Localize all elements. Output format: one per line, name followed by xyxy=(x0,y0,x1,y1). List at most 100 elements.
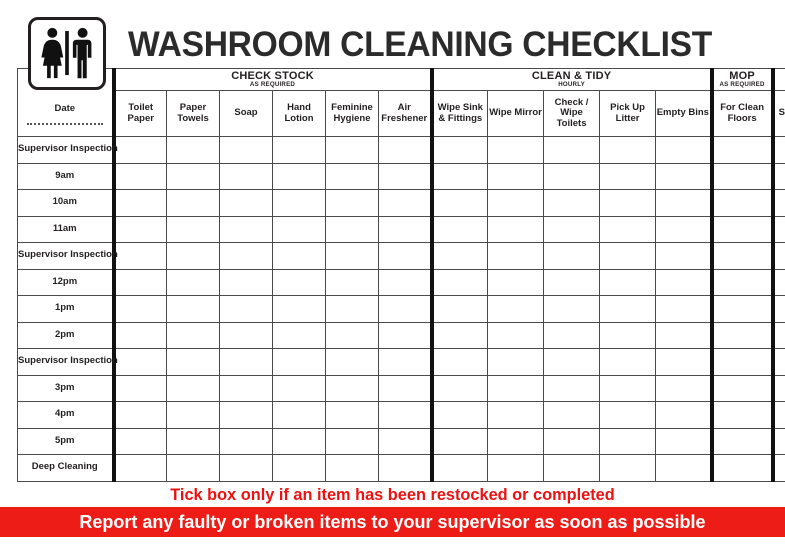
tick-box-cell[interactable] xyxy=(487,348,545,376)
tick-box-cell[interactable] xyxy=(325,268,379,296)
tick-box-cell[interactable] xyxy=(166,401,220,429)
tick-box-cell[interactable] xyxy=(272,454,326,482)
tick-box-cell[interactable] xyxy=(219,162,273,190)
tick-box-cell[interactable] xyxy=(655,136,713,164)
tick-box-cell[interactable] xyxy=(166,215,220,243)
tick-box-cell[interactable] xyxy=(377,295,433,323)
tick-box-cell[interactable] xyxy=(709,136,774,164)
tick-box-cell[interactable] xyxy=(272,348,326,376)
tick-box-cell[interactable] xyxy=(655,321,713,349)
tick-box-cell[interactable] xyxy=(111,427,167,455)
tick-box-cell[interactable] xyxy=(272,189,326,217)
tick-box-cell[interactable] xyxy=(429,136,489,164)
tick-box-cell[interactable] xyxy=(272,374,326,402)
tick-box-cell[interactable] xyxy=(487,242,545,270)
tick-box-cell[interactable] xyxy=(599,215,657,243)
tick-box-cell[interactable] xyxy=(599,348,657,376)
tick-box-cell[interactable] xyxy=(599,136,657,164)
tick-box-cell[interactable] xyxy=(166,189,220,217)
tick-box-cell[interactable] xyxy=(487,268,545,296)
tick-box-cell[interactable] xyxy=(272,295,326,323)
tick-box-cell[interactable] xyxy=(709,268,774,296)
tick-box-cell[interactable] xyxy=(543,242,601,270)
tick-box-cell[interactable] xyxy=(655,374,713,402)
tick-box-cell[interactable] xyxy=(487,454,545,482)
tick-box-cell[interactable] xyxy=(219,427,273,455)
tick-box-cell[interactable] xyxy=(325,242,379,270)
tick-box-cell[interactable] xyxy=(487,427,545,455)
tick-box-cell[interactable] xyxy=(770,268,785,296)
tick-box-cell[interactable] xyxy=(166,136,220,164)
tick-box-cell[interactable] xyxy=(709,401,774,429)
tick-box-cell[interactable] xyxy=(111,321,167,349)
tick-box-cell[interactable] xyxy=(599,454,657,482)
tick-box-cell[interactable] xyxy=(377,268,433,296)
tick-box-cell[interactable] xyxy=(166,348,220,376)
tick-box-cell[interactable] xyxy=(325,348,379,376)
tick-box-cell[interactable] xyxy=(487,321,545,349)
tick-box-cell[interactable] xyxy=(272,215,326,243)
tick-box-cell[interactable] xyxy=(487,215,545,243)
tick-box-cell[interactable] xyxy=(655,215,713,243)
tick-box-cell[interactable] xyxy=(219,136,273,164)
tick-box-cell[interactable] xyxy=(111,401,167,429)
tick-box-cell[interactable] xyxy=(272,162,326,190)
tick-box-cell[interactable] xyxy=(655,189,713,217)
tick-box-cell[interactable] xyxy=(429,295,489,323)
tick-box-cell[interactable] xyxy=(543,427,601,455)
tick-box-cell[interactable] xyxy=(325,295,379,323)
tick-box-cell[interactable] xyxy=(377,374,433,402)
tick-box-cell[interactable] xyxy=(709,454,774,482)
tick-box-cell[interactable] xyxy=(543,136,601,164)
tick-box-cell[interactable] xyxy=(770,189,785,217)
tick-box-cell[interactable] xyxy=(111,162,167,190)
tick-box-cell[interactable] xyxy=(655,401,713,429)
tick-box-cell[interactable] xyxy=(219,215,273,243)
tick-box-cell[interactable] xyxy=(429,162,489,190)
tick-box-cell[interactable] xyxy=(599,242,657,270)
tick-box-cell[interactable] xyxy=(655,268,713,296)
tick-box-cell[interactable] xyxy=(377,162,433,190)
tick-box-cell[interactable] xyxy=(487,374,545,402)
tick-box-cell[interactable] xyxy=(770,162,785,190)
tick-box-cell[interactable] xyxy=(429,242,489,270)
tick-box-cell[interactable] xyxy=(219,295,273,323)
tick-box-cell[interactable] xyxy=(219,242,273,270)
tick-box-cell[interactable] xyxy=(599,401,657,429)
tick-box-cell[interactable] xyxy=(111,215,167,243)
tick-box-cell[interactable] xyxy=(166,321,220,349)
tick-box-cell[interactable] xyxy=(166,162,220,190)
tick-box-cell[interactable] xyxy=(377,189,433,217)
tick-box-cell[interactable] xyxy=(487,401,545,429)
tick-box-cell[interactable] xyxy=(429,348,489,376)
tick-box-cell[interactable] xyxy=(272,321,326,349)
tick-box-cell[interactable] xyxy=(272,136,326,164)
tick-box-cell[interactable] xyxy=(429,268,489,296)
tick-box-cell[interactable] xyxy=(111,374,167,402)
tick-box-cell[interactable] xyxy=(599,321,657,349)
tick-box-cell[interactable] xyxy=(325,427,379,455)
tick-box-cell[interactable] xyxy=(325,215,379,243)
tick-box-cell[interactable] xyxy=(543,374,601,402)
tick-box-cell[interactable] xyxy=(325,401,379,429)
tick-box-cell[interactable] xyxy=(272,427,326,455)
tick-box-cell[interactable] xyxy=(219,454,273,482)
tick-box-cell[interactable] xyxy=(709,215,774,243)
tick-box-cell[interactable] xyxy=(599,295,657,323)
tick-box-cell[interactable] xyxy=(709,189,774,217)
tick-box-cell[interactable] xyxy=(429,454,489,482)
tick-box-cell[interactable] xyxy=(709,321,774,349)
tick-box-cell[interactable] xyxy=(543,321,601,349)
tick-box-cell[interactable] xyxy=(709,242,774,270)
tick-box-cell[interactable] xyxy=(655,427,713,455)
tick-box-cell[interactable] xyxy=(111,242,167,270)
tick-box-cell[interactable] xyxy=(429,321,489,349)
tick-box-cell[interactable] xyxy=(599,189,657,217)
tick-box-cell[interactable] xyxy=(543,268,601,296)
tick-box-cell[interactable] xyxy=(219,401,273,429)
tick-box-cell[interactable] xyxy=(655,454,713,482)
tick-box-cell[interactable] xyxy=(325,136,379,164)
tick-box-cell[interactable] xyxy=(429,427,489,455)
tick-box-cell[interactable] xyxy=(377,427,433,455)
tick-box-cell[interactable] xyxy=(655,295,713,323)
